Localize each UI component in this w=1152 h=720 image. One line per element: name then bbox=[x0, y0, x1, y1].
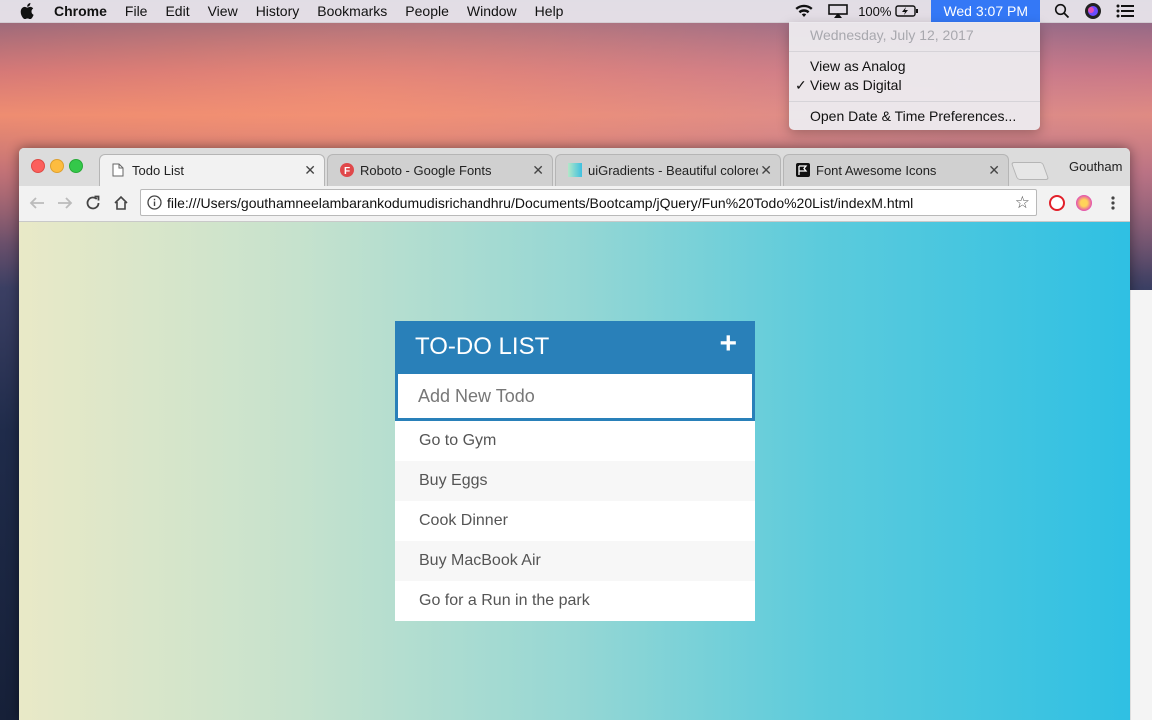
document-icon bbox=[112, 163, 126, 177]
menu-separator bbox=[789, 101, 1040, 102]
tab-title: Font Awesome Icons bbox=[816, 163, 937, 178]
tab-title: Todo List bbox=[132, 163, 185, 178]
window-minimize-button[interactable] bbox=[50, 159, 64, 173]
tab-roboto-google-fonts[interactable]: F Roboto - Google Fonts ✕ bbox=[327, 154, 553, 186]
back-arrow-icon[interactable] bbox=[28, 194, 46, 212]
chrome-menu-icon[interactable] bbox=[1104, 194, 1122, 212]
macos-menu-bar: Chrome File Edit View History Bookmarks … bbox=[0, 0, 1152, 23]
add-todo-plus-icon[interactable]: + bbox=[719, 329, 737, 359]
menubar-clock[interactable]: Wed 3:07 PM bbox=[931, 0, 1040, 22]
menu-separator bbox=[789, 51, 1040, 52]
menu-help[interactable]: Help bbox=[535, 3, 564, 19]
browser-toolbar: file:///Users/gouthamneelambarankodumudi… bbox=[19, 186, 1130, 222]
menu-app-name[interactable]: Chrome bbox=[54, 3, 107, 19]
tab-close-icon[interactable]: ✕ bbox=[988, 162, 1000, 179]
battery-icon[interactable] bbox=[895, 5, 919, 17]
spotlight-icon[interactable] bbox=[1054, 3, 1070, 19]
view-as-analog-option[interactable]: View as Analog bbox=[810, 58, 905, 74]
battery-percent: 100% bbox=[858, 3, 892, 19]
tab-strip: Todo List ✕ F Roboto - Google Fonts ✕ ui… bbox=[19, 148, 1130, 186]
clock-menu-date: Wednesday, July 12, 2017 bbox=[810, 27, 974, 43]
window-zoom-button[interactable] bbox=[69, 159, 83, 173]
todo-item[interactable]: Go for a Run in the park bbox=[395, 581, 755, 621]
flag-icon bbox=[796, 163, 810, 177]
url-text: file:///Users/gouthamneelambarankodumudi… bbox=[167, 195, 914, 211]
chrome-window: Todo List ✕ F Roboto - Google Fonts ✕ ui… bbox=[19, 148, 1130, 720]
view-as-digital-option[interactable]: View as Digital bbox=[810, 77, 902, 93]
forward-arrow-icon[interactable] bbox=[56, 194, 74, 212]
clock-dropdown-menu: Wednesday, July 12, 2017 View as Analog … bbox=[789, 22, 1040, 130]
tab-close-icon[interactable]: ✕ bbox=[304, 162, 316, 179]
tab-title: Roboto - Google Fonts bbox=[360, 163, 492, 178]
menu-people[interactable]: People bbox=[405, 3, 449, 19]
tab-uigradients[interactable]: uiGradients - Beautiful colored ✕ bbox=[555, 154, 781, 186]
gradient-icon bbox=[568, 163, 582, 177]
window-close-button[interactable] bbox=[31, 159, 45, 173]
bookmark-star-icon[interactable]: ☆ bbox=[1015, 193, 1030, 213]
todo-item[interactable]: Go to Gym bbox=[395, 421, 755, 461]
info-icon[interactable] bbox=[147, 195, 162, 215]
siri-icon[interactable] bbox=[1084, 2, 1102, 20]
todo-item[interactable]: Buy MacBook Air bbox=[395, 541, 755, 581]
todo-title: TO-DO LIST bbox=[415, 333, 550, 360]
menu-extras: 100% Wed 3:07 PM bbox=[780, 0, 1152, 22]
background-window-edge bbox=[1130, 290, 1152, 720]
todo-header: TO-DO LIST + bbox=[395, 321, 755, 371]
menu-view[interactable]: View bbox=[208, 3, 238, 19]
todo-list: Go to Gym Buy Eggs Cook Dinner Buy MacBo… bbox=[395, 421, 755, 621]
menu-file[interactable]: File bbox=[125, 3, 148, 19]
opera-extension-icon[interactable] bbox=[1049, 195, 1065, 211]
date-time-preferences-option[interactable]: Open Date & Time Preferences... bbox=[810, 108, 1016, 124]
tab-close-icon[interactable]: ✕ bbox=[760, 162, 772, 179]
tab-font-awesome-icons[interactable]: Font Awesome Icons ✕ bbox=[783, 154, 1009, 186]
todo-item[interactable]: Buy Eggs bbox=[395, 461, 755, 501]
menu-edit[interactable]: Edit bbox=[165, 3, 189, 19]
tab-title: uiGradients - Beautiful colored bbox=[588, 163, 758, 178]
reload-icon[interactable] bbox=[84, 194, 102, 212]
airplay-icon[interactable] bbox=[828, 4, 848, 18]
new-todo-input[interactable] bbox=[395, 371, 755, 421]
instagram-extension-icon[interactable] bbox=[1076, 195, 1092, 211]
notification-center-icon[interactable] bbox=[1116, 4, 1134, 18]
tab-todo-list[interactable]: Todo List ✕ bbox=[99, 154, 325, 186]
google-fonts-icon: F bbox=[340, 163, 354, 177]
todo-container: TO-DO LIST + Go to Gym Buy Eggs Cook Din… bbox=[395, 321, 755, 621]
apple-menu-icon[interactable] bbox=[20, 3, 38, 19]
page-viewport: TO-DO LIST + Go to Gym Buy Eggs Cook Din… bbox=[19, 222, 1130, 720]
menu-bookmarks[interactable]: Bookmarks bbox=[317, 3, 387, 19]
menu-history[interactable]: History bbox=[256, 3, 300, 19]
svg-text:F: F bbox=[344, 166, 350, 177]
todo-item[interactable]: Cook Dinner bbox=[395, 501, 755, 541]
profile-name[interactable]: Goutham bbox=[1069, 159, 1122, 174]
wifi-icon[interactable] bbox=[794, 4, 814, 18]
tab-close-icon[interactable]: ✕ bbox=[532, 162, 544, 179]
home-icon[interactable] bbox=[112, 194, 130, 212]
address-bar[interactable]: file:///Users/gouthamneelambarankodumudi… bbox=[140, 189, 1037, 216]
new-tab-button[interactable] bbox=[1010, 162, 1050, 180]
menu-window[interactable]: Window bbox=[467, 3, 517, 19]
checkmark-icon: ✓ bbox=[795, 77, 807, 93]
